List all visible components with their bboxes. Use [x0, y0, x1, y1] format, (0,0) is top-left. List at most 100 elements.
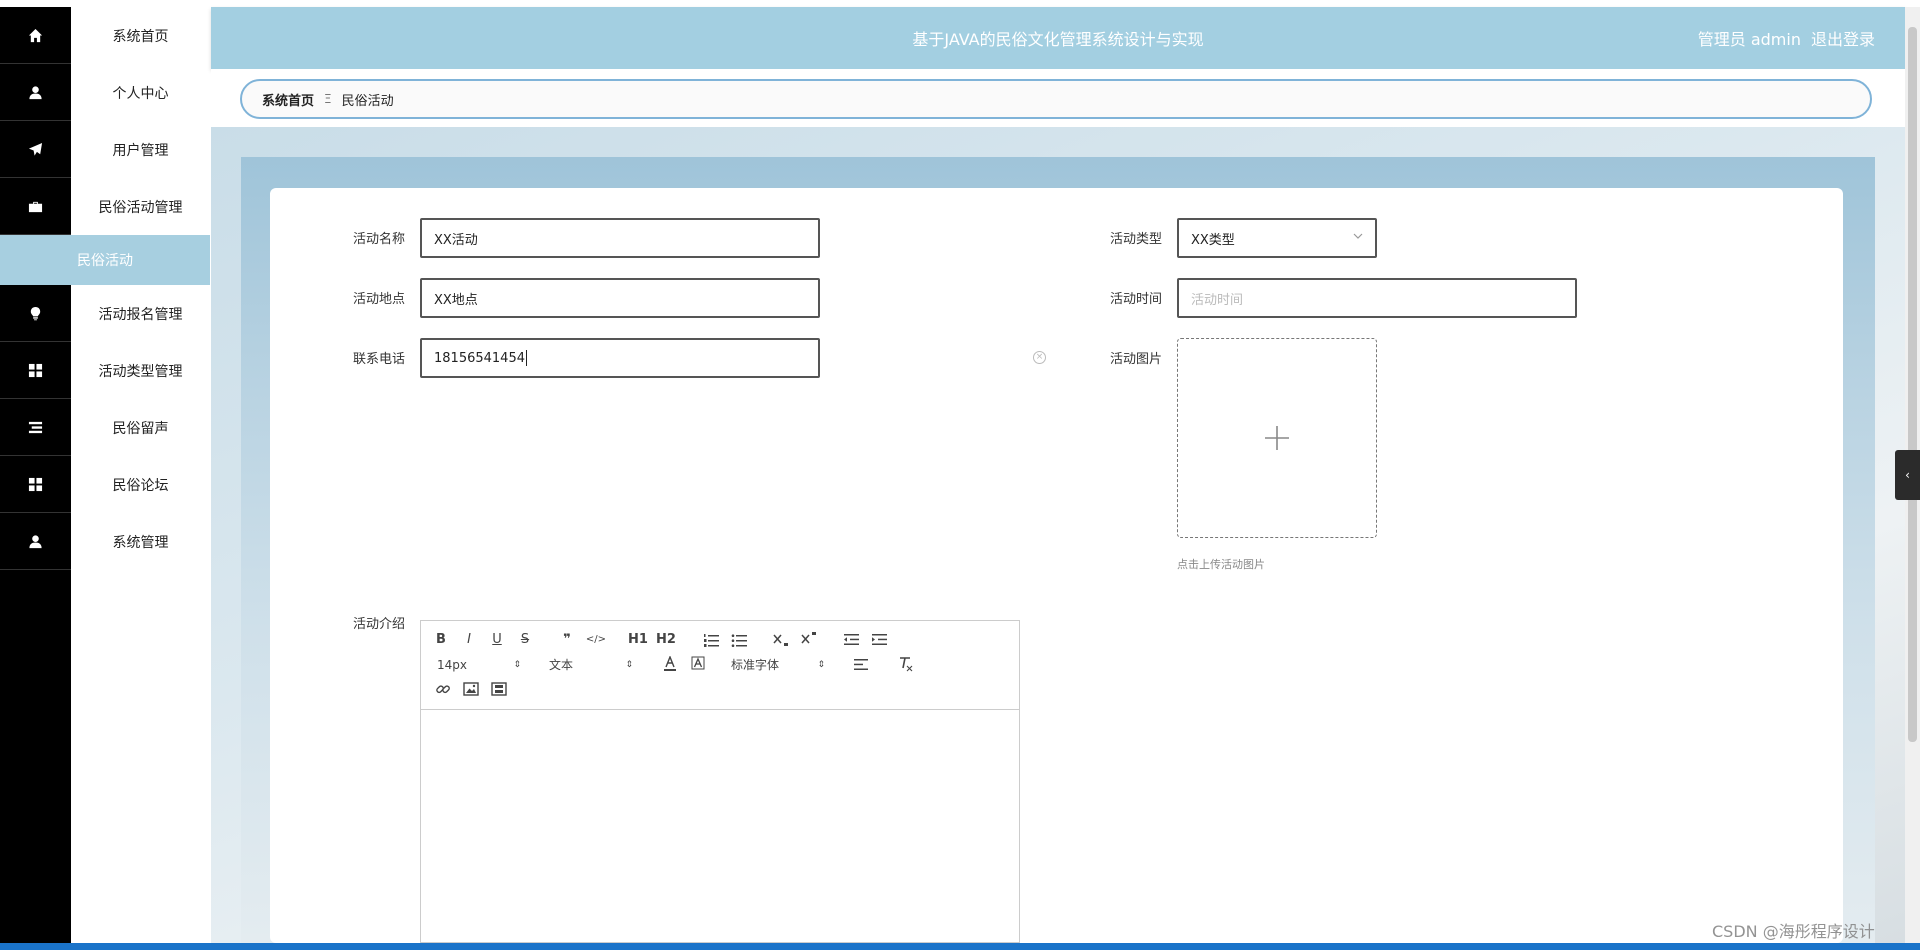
lightbulb-icon — [0, 285, 71, 342]
format-value: 文本 — [549, 658, 574, 672]
activity-type-value: XX类型 — [1191, 232, 1235, 248]
window-top-strip — [0, 0, 1920, 7]
sidebar-item-label: 民俗论坛 — [71, 456, 210, 513]
editor-toolbar: B I U S ❞ </> H1 H2 14px ⇕ 文本 ⇕ 标准字体 ⇕ — [421, 621, 1019, 710]
code-block-button[interactable]: </> — [585, 631, 607, 649]
activity-place-value: XX地点 — [434, 292, 478, 308]
image-upload-box[interactable] — [1177, 338, 1377, 538]
sidebar-item-label: 系统管理 — [71, 513, 210, 570]
activity-time-placeholder: 活动时间 — [1191, 292, 1244, 308]
sidebar-item-home[interactable]: 系统首页 — [0, 7, 210, 64]
sidebar-item-messages[interactable]: 民俗留声 — [0, 399, 210, 456]
subscript-icon[interactable] — [773, 633, 789, 647]
chevron-left-icon: ‹ — [1905, 468, 1910, 482]
plus-icon — [1265, 426, 1289, 450]
system-title: 基于JAVA的民俗文化管理系统设计与实现 — [912, 30, 1204, 49]
activity-name-label: 活动名称 — [353, 232, 406, 247]
breadcrumb-separator: Ξ — [324, 92, 332, 106]
image-icon[interactable] — [463, 682, 479, 696]
upload-tip: 点击上传活动图片 — [1177, 558, 1265, 571]
sidebar-item-type-management[interactable]: 活动类型管理 — [0, 342, 210, 399]
clear-circle-icon[interactable]: × — [1033, 351, 1046, 364]
clear-format-icon[interactable] — [897, 656, 913, 672]
chevron-down-icon — [1353, 233, 1363, 239]
user-icon — [0, 513, 71, 570]
phone-value: 18156541454 — [434, 350, 525, 366]
home-icon — [0, 7, 71, 64]
blockquote-button[interactable]: ❞ — [559, 631, 575, 649]
scrollbar-thumb[interactable] — [1908, 27, 1917, 742]
form-card: 活动名称 XX活动 活动类型 XX类型 活动地点 XX地点 活动时间 活动时间 … — [270, 188, 1843, 943]
activity-place-label: 活动地点 — [353, 292, 406, 307]
briefcase-icon — [0, 178, 71, 235]
list-icon — [0, 399, 71, 456]
activity-place-input[interactable]: XX地点 — [420, 278, 820, 318]
sidebar-item-forum[interactable]: 民俗论坛 — [0, 456, 210, 513]
sidebar-item-label: 个人中心 — [71, 64, 210, 121]
select-arrows-icon: ⇕ — [625, 660, 633, 670]
underline-button[interactable]: U — [489, 631, 505, 649]
bold-button[interactable]: B — [433, 631, 449, 649]
phone-label: 联系电话 — [353, 352, 406, 367]
superscript-icon[interactable] — [801, 631, 817, 645]
activity-name-value: XX活动 — [434, 232, 478, 248]
rich-text-editor: B I U S ❞ </> H1 H2 14px ⇕ 文本 ⇕ 标准字体 ⇕ — [420, 620, 1020, 943]
align-icon[interactable] — [853, 658, 869, 671]
video-icon[interactable] — [491, 682, 507, 696]
ordered-list-icon[interactable] — [703, 634, 719, 647]
h2-button[interactable]: H2 — [655, 631, 677, 649]
sidebar-item-label: 民俗活动管理 — [71, 178, 210, 235]
sidebar-subitem-activity[interactable]: 民俗活动 — [0, 235, 210, 285]
sidebar-item-signup-management[interactable]: 活动报名管理 — [0, 285, 210, 342]
select-arrows-icon: ⇕ — [513, 660, 521, 670]
activity-type-label: 活动类型 — [1110, 232, 1163, 247]
sidebar-item-profile[interactable]: 个人中心 — [0, 64, 210, 121]
grid-icon — [0, 456, 71, 513]
link-icon[interactable] — [435, 681, 451, 697]
sidebar-item-activity-management[interactable]: 民俗活动管理 — [0, 178, 210, 235]
format-select[interactable]: 文本 ⇕ — [549, 656, 633, 674]
watermark: CSDN @海彤程序设计 — [1712, 922, 1875, 941]
top-header: 基于JAVA的民俗文化管理系统设计与实现 管理员 admin 退出登录 — [211, 7, 1905, 69]
sidebar-item-label: 系统首页 — [71, 7, 210, 64]
breadcrumb-bar: 系统首页 Ξ 民俗活动 — [211, 69, 1905, 127]
breadcrumb: 系统首页 Ξ 民俗活动 — [240, 79, 1872, 119]
font-family-value: 标准字体 — [731, 658, 780, 672]
activity-name-input[interactable]: XX活动 — [420, 218, 820, 258]
sidebar-item-label: 民俗留声 — [71, 399, 210, 456]
font-color-icon[interactable] — [663, 656, 677, 672]
background-color-icon[interactable] — [691, 656, 705, 672]
activity-time-picker[interactable]: 活动时间 — [1177, 278, 1577, 318]
select-arrows-icon: ⇕ — [817, 660, 825, 670]
sidebar-item-label: 活动类型管理 — [71, 342, 210, 399]
font-family-select[interactable]: 标准字体 ⇕ — [731, 656, 825, 674]
activity-image-label: 活动图片 — [1110, 352, 1163, 367]
breadcrumb-home[interactable]: 系统首页 — [262, 90, 314, 109]
outdent-icon[interactable] — [843, 633, 859, 646]
activity-type-select[interactable]: XX类型 — [1177, 218, 1377, 258]
paper-plane-icon — [0, 121, 71, 178]
indent-icon[interactable] — [871, 633, 887, 646]
activity-intro-label: 活动介绍 — [353, 617, 406, 632]
user-icon — [0, 64, 71, 121]
user-area: 管理员 admin 退出登录 — [1698, 7, 1875, 69]
taskbar-strip — [0, 943, 1920, 950]
font-size-select[interactable]: 14px ⇕ — [437, 656, 521, 674]
bullet-list-icon[interactable] — [731, 634, 747, 647]
phone-input[interactable]: 18156541454 — [420, 338, 820, 378]
font-size-value: 14px — [437, 658, 467, 672]
italic-button[interactable]: I — [461, 631, 477, 649]
sidebar-item-system[interactable]: 系统管理 — [0, 513, 210, 570]
h1-button[interactable]: H1 — [627, 631, 649, 649]
sidebar-item-users[interactable]: 用户管理 — [0, 121, 210, 178]
strike-button[interactable]: S — [517, 631, 533, 649]
text-cursor — [525, 350, 527, 366]
collapse-handle[interactable]: ‹ — [1895, 450, 1920, 500]
editor-content-area[interactable] — [421, 710, 1019, 942]
admin-label: 管理员 admin — [1697, 30, 1801, 49]
grid-icon — [0, 342, 71, 399]
sidebar-item-label: 用户管理 — [71, 121, 210, 178]
logout-link[interactable]: 退出登录 — [1811, 26, 1875, 50]
sidebar-item-label: 活动报名管理 — [71, 285, 210, 342]
sidebar: 系统首页 个人中心 用户管理 民俗活动管理 民俗活动 活动报名管理 活动类型管理… — [0, 7, 210, 943]
